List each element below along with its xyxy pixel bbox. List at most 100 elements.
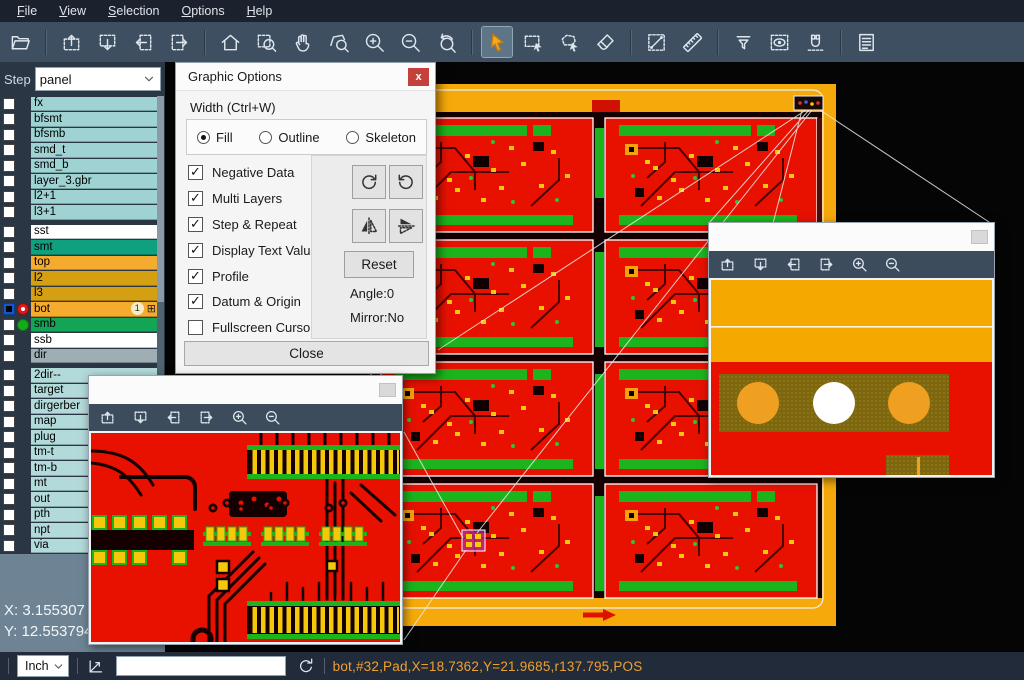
- layer-visibility-checkbox[interactable]: [3, 98, 15, 110]
- layer-row-bfsmb[interactable]: bfsmb: [0, 127, 165, 143]
- command-input[interactable]: [116, 656, 286, 676]
- radio-button-icon[interactable]: [346, 131, 359, 144]
- zoom-out-button[interactable]: [262, 408, 282, 428]
- radio-outline[interactable]: Outline: [259, 130, 319, 145]
- pan-up-button[interactable]: [56, 27, 86, 57]
- magnifier1-view[interactable]: [89, 431, 402, 644]
- rotate-cw-button[interactable]: [352, 165, 386, 199]
- selection-highlight[interactable]: [462, 530, 485, 551]
- layer-visibility-checkbox[interactable]: [3, 400, 15, 412]
- filter-button[interactable]: [728, 27, 758, 57]
- zoom-in-button[interactable]: [359, 27, 389, 57]
- layer-visibility-checkbox[interactable]: [3, 416, 15, 428]
- checkbox-step-repeat[interactable]: ✓Step & Repeat: [188, 212, 318, 238]
- pan-left-button[interactable]: [783, 255, 803, 275]
- layer-row-sst[interactable]: sst: [0, 224, 165, 240]
- magnifier2-view[interactable]: [709, 278, 994, 477]
- folder-open-button[interactable]: [5, 27, 35, 57]
- zoom-area-button[interactable]: [323, 27, 353, 57]
- layer-visibility-checkbox[interactable]: [3, 272, 15, 284]
- checkbox-profile[interactable]: ✓Profile: [188, 263, 318, 289]
- pan-down-button[interactable]: [750, 255, 770, 275]
- radio-button-icon[interactable]: [197, 131, 210, 144]
- zoom-out-button[interactable]: [882, 255, 902, 275]
- layer-visibility-checkbox[interactable]: [3, 462, 15, 474]
- pan-hand-button[interactable]: [287, 27, 317, 57]
- layer-row-l3[interactable]: l3: [0, 286, 165, 302]
- layer-visibility-checkbox[interactable]: [3, 334, 15, 346]
- radio-skeleton[interactable]: Skeleton: [346, 130, 416, 145]
- dialog-close-button[interactable]: x: [408, 68, 429, 86]
- layer-row-top[interactable]: top: [0, 255, 165, 271]
- pan-up-button[interactable]: [717, 255, 737, 275]
- zoom-previous-button[interactable]: [431, 27, 461, 57]
- pan-right-button[interactable]: [816, 255, 836, 275]
- layer-visibility-checkbox[interactable]: [3, 206, 15, 218]
- home-button[interactable]: [215, 27, 245, 57]
- menu-help[interactable]: Help: [236, 2, 284, 20]
- layer-visibility-checkbox[interactable]: [3, 226, 15, 238]
- checkbox-display-text-value[interactable]: ✓Display Text Value: [188, 237, 318, 263]
- layer-row-smb[interactable]: smb: [0, 317, 165, 333]
- layer-row-fx[interactable]: fx: [0, 96, 165, 112]
- zoom-in-button[interactable]: [849, 255, 869, 275]
- mirror-vertical-button[interactable]: [389, 209, 423, 243]
- reset-button[interactable]: Reset: [344, 251, 414, 278]
- checkbox-datum-origin[interactable]: ✓Datum & Origin: [188, 289, 318, 315]
- layer-visibility-checkbox[interactable]: [3, 113, 15, 125]
- checkbox-icon[interactable]: ✓: [188, 269, 203, 284]
- checkbox-icon[interactable]: [188, 320, 203, 335]
- layer-grid-icon[interactable]: ⊞: [147, 303, 156, 314]
- layer-row-bfsmt[interactable]: bfsmt: [0, 112, 165, 128]
- checkbox-icon[interactable]: ✓: [188, 191, 203, 206]
- measure-line-button[interactable]: [641, 27, 671, 57]
- layer-row-smt[interactable]: smt: [0, 240, 165, 256]
- menu-selection[interactable]: Selection: [97, 2, 170, 20]
- pan-left-button[interactable]: [163, 408, 183, 428]
- magnifier1-close-button[interactable]: [379, 383, 396, 397]
- select-polygon-button[interactable]: [554, 27, 584, 57]
- pan-left-button[interactable]: [128, 27, 158, 57]
- layer-visibility-checkbox[interactable]: [3, 385, 15, 397]
- zoom-in-button[interactable]: [229, 408, 249, 428]
- ruler-button[interactable]: [677, 27, 707, 57]
- layer-visibility-checkbox[interactable]: [3, 303, 15, 315]
- brush-button[interactable]: [590, 27, 620, 57]
- layer-visibility-checkbox[interactable]: [3, 257, 15, 269]
- angle-measure-icon[interactable]: [86, 656, 106, 676]
- layer-row-ssb[interactable]: ssb: [0, 333, 165, 349]
- layer-visibility-checkbox[interactable]: [3, 288, 15, 300]
- menu-file[interactable]: File: [6, 2, 48, 20]
- checkbox-icon[interactable]: ✓: [188, 243, 203, 258]
- layer-visibility-checkbox[interactable]: [3, 478, 15, 490]
- layer-row-smd_t[interactable]: smd_t: [0, 143, 165, 159]
- radio-button-icon[interactable]: [259, 131, 272, 144]
- pan-up-button[interactable]: [97, 408, 117, 428]
- layer-visibility-checkbox[interactable]: [3, 447, 15, 459]
- layer-visibility-checkbox[interactable]: [3, 493, 15, 505]
- unit-select[interactable]: Inch: [17, 655, 69, 677]
- layer-visibility-checkbox[interactable]: [3, 191, 15, 203]
- layer-visibility-checkbox[interactable]: [3, 319, 15, 331]
- select-rect-button[interactable]: [518, 27, 548, 57]
- snap-magnet-button[interactable]: [800, 27, 830, 57]
- refresh-icon[interactable]: [296, 656, 316, 676]
- rotate-ccw-button[interactable]: [389, 165, 423, 199]
- layer-visibility-checkbox[interactable]: [3, 350, 15, 362]
- layer-visibility-checkbox[interactable]: [3, 241, 15, 253]
- layer-row-l3+1[interactable]: l3+1: [0, 205, 165, 221]
- checkbox-icon[interactable]: ✓: [188, 165, 203, 180]
- checkbox-negative-data[interactable]: ✓Negative Data: [188, 160, 318, 186]
- checkbox-fullscreen-cursor[interactable]: Fullscreen Cursor: [188, 315, 318, 341]
- checkbox-icon[interactable]: ✓: [188, 294, 203, 309]
- layer-visibility-checkbox[interactable]: [3, 524, 15, 536]
- layer-row-l2[interactable]: l2: [0, 271, 165, 287]
- magnifier-source-box[interactable]: [794, 96, 823, 110]
- log-list-button[interactable]: [851, 27, 881, 57]
- magnifier2-titlebar[interactable]: [709, 223, 994, 251]
- pan-right-button[interactable]: [196, 408, 216, 428]
- zoom-window-button[interactable]: [251, 27, 281, 57]
- layer-visibility-checkbox[interactable]: [3, 369, 15, 381]
- view-window-button[interactable]: [764, 27, 794, 57]
- step-select[interactable]: panel: [35, 67, 161, 91]
